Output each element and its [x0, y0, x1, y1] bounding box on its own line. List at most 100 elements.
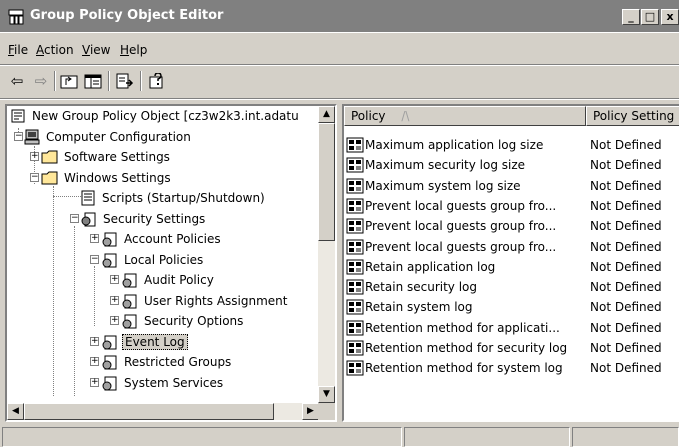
scroll-thumb[interactable] — [318, 123, 335, 241]
console-tree[interactable]: New Group Policy Object [cz3w2k3.int.ada… — [5, 104, 337, 422]
list-item[interactable]: Prevent local guests group fro... Not Def… — [344, 216, 679, 236]
status-panel-main — [2, 427, 402, 447]
list-item[interactable]: Retain security log Not Defined — [344, 277, 679, 297]
column-header-policy[interactable]: Policy /\ — [344, 106, 586, 126]
list-item[interactable]: Retention method for security log Not Def… — [344, 338, 679, 358]
policy-setting-icon — [346, 218, 364, 234]
tree-horizontal-scrollbar[interactable]: ◀ ▶ — [7, 403, 319, 420]
minimize-button[interactable]: _ — [622, 9, 640, 25]
expand-toggle[interactable]: + — [110, 316, 119, 325]
policy-setting-icon — [346, 198, 364, 214]
tree-item-account-policies[interactable]: Account Policies — [101, 229, 223, 248]
tree-item-label: Security Settings — [103, 211, 206, 226]
menu-action[interactable]: Action — [36, 43, 74, 57]
policy-name: Retain application log — [365, 259, 496, 274]
expand-toggle[interactable]: + — [110, 296, 119, 305]
details-list[interactable]: Policy /\ Policy Setting Maximum applica… — [342, 104, 679, 422]
expand-toggle[interactable]: + — [30, 152, 39, 161]
policy-setting-icon — [346, 360, 364, 376]
close-button[interactable]: x — [661, 9, 679, 25]
collapse-toggle[interactable]: − — [30, 173, 39, 182]
tree-item-system-services[interactable]: System Services — [101, 373, 225, 392]
policy-setting-icon — [346, 259, 364, 275]
scroll-thumb[interactable] — [24, 403, 274, 420]
show-hide-tree-button[interactable] — [82, 70, 104, 92]
policy-setting-value: Not Defined — [590, 178, 662, 193]
policy-setting-value: Not Defined — [590, 280, 662, 295]
expand-toggle[interactable]: + — [90, 357, 99, 366]
tree-connector — [94, 266, 95, 326]
policy-name: Prevent local guests group fro... — [365, 198, 557, 213]
tree-item-scripts[interactable]: Scripts (Startup/Shutdown) — [79, 188, 267, 207]
scroll-up-button[interactable]: ▲ — [318, 106, 335, 123]
tree-item-computer-configuration[interactable]: Computer Configuration — [23, 127, 193, 146]
menu-view-mnemonic: V — [82, 43, 90, 57]
expand-toggle[interactable]: + — [90, 378, 99, 387]
policy-setting-value: Not Defined — [590, 361, 662, 376]
list-item[interactable]: Maximum security log size Not Defined — [344, 155, 679, 175]
list-item[interactable]: Prevent local guests group fro... Not Def… — [344, 237, 679, 257]
collapse-toggle[interactable]: − — [14, 132, 23, 141]
scroll-left-button[interactable]: ◀ — [7, 403, 24, 420]
toolbar: ⇦ ⇨ — [0, 66, 679, 96]
policy-folder-icon — [122, 294, 137, 308]
forward-button[interactable]: ⇨ — [30, 70, 52, 92]
tree-item-user-rights-assignment[interactable]: User Rights Assignment — [121, 291, 289, 310]
tree-connector — [53, 186, 54, 396]
gpo-icon — [11, 109, 25, 122]
export-list-icon — [116, 73, 134, 89]
policy-cell: Prevent local guests group fro... — [346, 218, 556, 234]
policy-cell: Retain system log — [346, 299, 472, 315]
expand-toggle[interactable]: + — [90, 337, 99, 346]
export-list-button[interactable] — [114, 70, 136, 92]
tree-vertical-scrollbar[interactable]: ▲ ▼ — [318, 106, 335, 403]
expand-toggle[interactable]: + — [110, 275, 119, 284]
tree-connector — [74, 226, 75, 396]
collapse-toggle[interactable]: − — [90, 255, 99, 264]
policy-cell: Retention method for system log — [346, 360, 563, 376]
scroll-right-button[interactable]: ▶ — [302, 403, 319, 420]
menu-help[interactable]: Help — [120, 43, 147, 57]
list-item[interactable]: Maximum application log size Not Defined — [344, 135, 679, 155]
help-icon — [149, 73, 163, 89]
status-panel-secondary — [404, 427, 570, 447]
menu-view[interactable]: View — [82, 43, 110, 57]
scroll-down-button[interactable]: ▼ — [318, 386, 335, 403]
list-item[interactable]: Retention method for system log Not Defin… — [344, 358, 679, 378]
maximize-button[interactable]: □ — [641, 9, 659, 25]
list-item[interactable]: Retain system log Not Defined — [344, 297, 679, 317]
tree-item-local-policies[interactable]: Local Policies — [101, 250, 205, 269]
tree-item-software-settings[interactable]: Software Settings — [41, 147, 172, 166]
tree-item-security-options[interactable]: Security Options — [121, 311, 245, 330]
list-item[interactable]: Retain application log Not Defined — [344, 257, 679, 277]
help-button[interactable] — [146, 70, 168, 92]
title-bar[interactable]: Group Policy Object Editor _ □ x — [0, 0, 679, 33]
up-one-level-button[interactable] — [58, 70, 80, 92]
folder-open-icon — [41, 171, 58, 184]
policy-folder-icon — [102, 232, 117, 246]
policy-folder-icon — [102, 355, 117, 369]
list-item[interactable]: Retention method for applicati... Not Def… — [344, 318, 679, 338]
back-button[interactable]: ⇦ — [6, 70, 28, 92]
column-header-label: Policy — [351, 109, 386, 123]
tree-item-restricted-groups[interactable]: Restricted Groups — [101, 352, 233, 371]
menu-file[interactable]: File — [8, 43, 28, 57]
expand-toggle[interactable]: + — [90, 234, 99, 243]
column-header-policy-setting[interactable]: Policy Setting — [586, 106, 679, 126]
tree-item-event-log[interactable]: Event Log — [101, 332, 188, 351]
list-item[interactable]: Prevent local guests group fro... Not Def… — [344, 196, 679, 216]
policy-name: Retention method for system log — [365, 361, 563, 376]
policy-folder-icon — [102, 253, 117, 267]
policy-name: Prevent local guests group fro... — [365, 239, 557, 254]
tree-item-security-settings[interactable]: Security Settings — [80, 209, 207, 228]
tree-item-label: System Services — [124, 375, 224, 390]
policy-setting-value: Not Defined — [590, 320, 662, 335]
policy-setting-value: Not Defined — [590, 341, 662, 355]
collapse-toggle[interactable]: − — [70, 214, 79, 223]
tree-item-audit-policy[interactable]: Audit Policy — [121, 270, 216, 289]
script-icon — [81, 190, 95, 205]
list-item[interactable]: Maximum system log size Not Defined — [344, 176, 679, 196]
tree-item-windows-settings[interactable]: Windows Settings — [41, 168, 173, 187]
toolbar-separator — [54, 71, 56, 91]
tree-item-root[interactable]: New Group Policy Object [cz3w2k3.int.ada… — [9, 106, 301, 125]
